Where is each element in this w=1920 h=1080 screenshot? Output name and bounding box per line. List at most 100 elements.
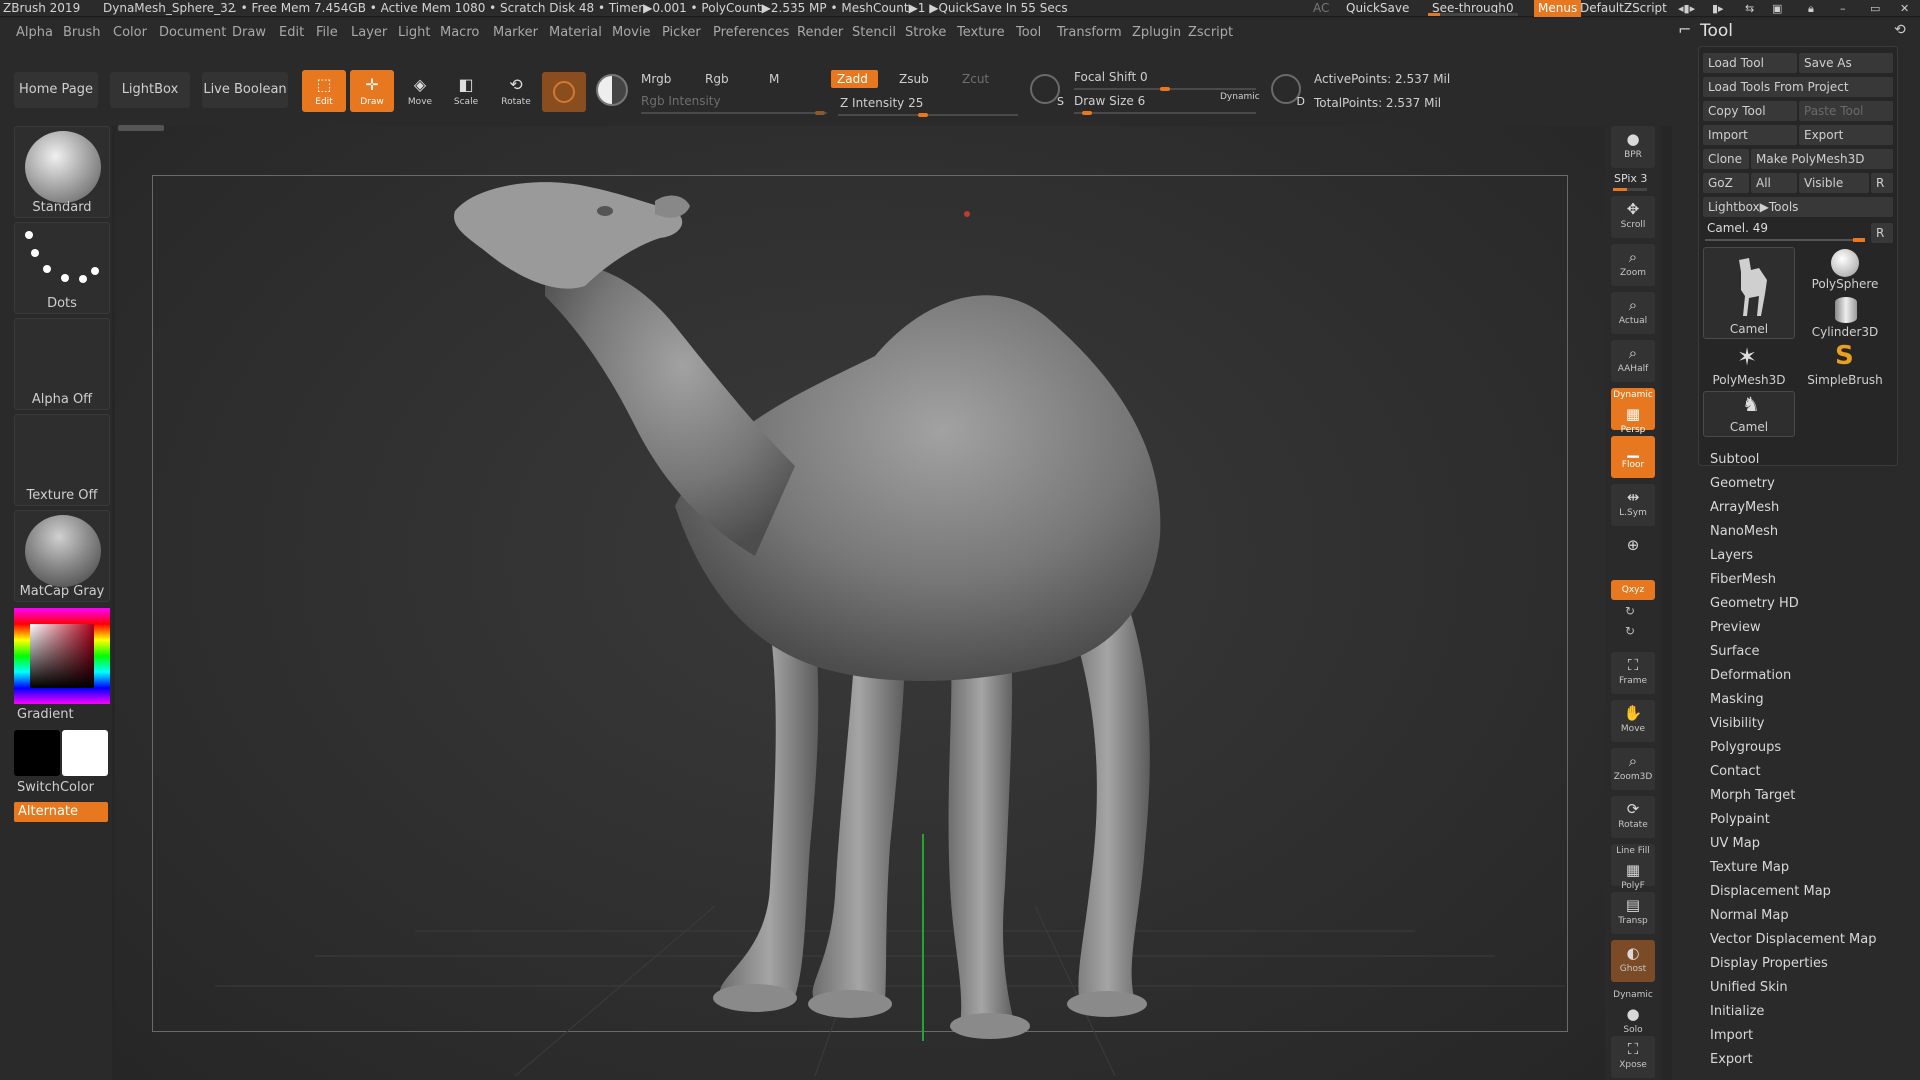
camel-model[interactable] bbox=[115, 126, 1609, 1080]
rgb-button[interactable]: Rgb bbox=[705, 72, 729, 86]
lock-icon[interactable]: 🔒︎ bbox=[1808, 2, 1814, 16]
lightbox-tools-button[interactable]: Lightbox▶Tools bbox=[1703, 197, 1893, 217]
rotate-z-icon[interactable]: ↻ bbox=[1625, 624, 1635, 638]
bpr-button[interactable]: ● BPR bbox=[1611, 126, 1655, 168]
draw-mode-button[interactable]: ✛ Draw bbox=[350, 70, 394, 112]
dynamic-toggle[interactable]: Dynamic bbox=[1220, 92, 1260, 102]
subpalette-fibermesh[interactable]: FiberMesh bbox=[1710, 572, 1776, 587]
tool-thumb-simplebrush[interactable]: S SimpleBrush bbox=[1799, 341, 1891, 389]
brush-pin-icon[interactable]: ⌐ bbox=[1678, 20, 1691, 39]
menu-preferences[interactable]: Preferences bbox=[713, 25, 789, 40]
make-polymesh3d-button[interactable]: Make PolyMesh3D bbox=[1751, 149, 1893, 169]
goz-r-button[interactable]: R bbox=[1871, 173, 1893, 193]
alpha-selector[interactable]: Alpha Off bbox=[14, 318, 110, 410]
brush-selector[interactable]: Standard bbox=[14, 126, 110, 218]
menu-movie[interactable]: Movie bbox=[612, 25, 650, 40]
load-tool-button[interactable]: Load Tool bbox=[1703, 53, 1797, 73]
menus-button[interactable]: Menus bbox=[1534, 0, 1582, 17]
paste-tool-button[interactable]: Paste Tool bbox=[1799, 101, 1893, 121]
subpalette-morph-target[interactable]: Morph Target bbox=[1710, 788, 1795, 803]
goz-button[interactable]: GoZ bbox=[1703, 173, 1749, 193]
rotate-mode-button[interactable]: ⟲ Rotate bbox=[494, 70, 538, 112]
save-as-button[interactable]: Save As bbox=[1799, 53, 1893, 73]
menu-macro[interactable]: Macro bbox=[440, 25, 479, 40]
import-button[interactable]: Import bbox=[1703, 125, 1797, 145]
frame-button[interactable]: ⛶ Frame bbox=[1611, 652, 1655, 694]
minimize-icon[interactable]: – bbox=[1840, 2, 1846, 15]
switchcolor-button[interactable]: SwitchColor bbox=[17, 780, 94, 795]
menu-draw[interactable]: Draw bbox=[232, 25, 266, 40]
menu-document[interactable]: Document bbox=[159, 25, 226, 40]
scroll-button[interactable]: ✥ Scroll bbox=[1611, 196, 1655, 238]
menu-zplugin[interactable]: Zplugin bbox=[1132, 25, 1181, 40]
lock-axis-button[interactable]: ⊕ bbox=[1611, 532, 1655, 574]
polyf-button[interactable]: Line Fill ▦ PolyF bbox=[1611, 844, 1655, 891]
texture-selector[interactable]: Texture Off bbox=[14, 414, 110, 506]
menu-picker[interactable]: Picker bbox=[662, 25, 701, 40]
live-boolean-button[interactable]: Live Boolean bbox=[202, 72, 288, 108]
focal-shift-knob[interactable] bbox=[1160, 87, 1170, 91]
stroke-selector[interactable]: Dots bbox=[14, 222, 110, 314]
goz-all-button[interactable]: All bbox=[1751, 173, 1797, 193]
xpose-button[interactable]: ⛶ Xpose bbox=[1611, 1036, 1655, 1078]
subpalette-unified-skin[interactable]: Unified Skin bbox=[1710, 980, 1788, 995]
subpalette-polygroups[interactable]: Polygroups bbox=[1710, 740, 1781, 755]
subpalette-display-properties[interactable]: Display Properties bbox=[1710, 956, 1828, 971]
layout2-icon[interactable]: ▮▸ bbox=[1712, 2, 1724, 15]
subpalette-polypaint[interactable]: Polypaint bbox=[1710, 812, 1770, 827]
z-intensity-slider[interactable] bbox=[838, 114, 1018, 116]
zoom3d-button[interactable]: ⌕ Zoom3D bbox=[1611, 748, 1655, 790]
rgb-intensity-slider[interactable] bbox=[641, 112, 827, 114]
subpalette-subtool[interactable]: Subtool bbox=[1710, 452, 1759, 467]
secondary-color-swatch[interactable] bbox=[62, 730, 108, 776]
floor-button[interactable]: ▁ Floor bbox=[1611, 436, 1655, 478]
subpalette-preview[interactable]: Preview bbox=[1710, 620, 1761, 635]
tool-thumb-polysphere[interactable]: PolySphere bbox=[1799, 247, 1891, 293]
export-button[interactable]: Export bbox=[1799, 125, 1893, 145]
menu-material[interactable]: Material bbox=[549, 25, 602, 40]
subpalette-import[interactable]: Import bbox=[1710, 1028, 1753, 1043]
menu-tool[interactable]: Tool bbox=[1016, 25, 1041, 40]
aahalf-button[interactable]: ⌕ AAHalf bbox=[1611, 340, 1655, 382]
ghost-button[interactable]: ◐ Ghost bbox=[1611, 940, 1655, 982]
scale-mode-button[interactable]: ◧ Scale bbox=[444, 70, 488, 112]
spix-slider[interactable] bbox=[1613, 188, 1647, 191]
transp-button[interactable]: ▤ Transp bbox=[1611, 892, 1655, 934]
palette-refresh-icon[interactable]: ⟲ bbox=[1894, 22, 1906, 38]
subpalette-contact[interactable]: Contact bbox=[1710, 764, 1761, 779]
menu-stencil[interactable]: Stencil bbox=[852, 25, 896, 40]
rotate-y-icon[interactable]: ↻ bbox=[1625, 604, 1635, 618]
goz-visible-button[interactable]: Visible bbox=[1799, 173, 1869, 193]
material-selector[interactable]: MatCap Gray bbox=[14, 510, 110, 602]
subpalette-displacement-map[interactable]: Displacement Map bbox=[1710, 884, 1831, 899]
subpalette-geometry-hd[interactable]: Geometry HD bbox=[1710, 596, 1799, 611]
layout-icon[interactable]: ◂▮▸ bbox=[1678, 2, 1695, 15]
tool-thumb-polymesh3d[interactable]: ✶ PolyMesh3D bbox=[1703, 343, 1795, 389]
tool-thumb-camel-2[interactable]: ♞ Camel bbox=[1703, 391, 1795, 437]
subpalette-deformation[interactable]: Deformation bbox=[1710, 668, 1791, 683]
subpalette-arraymesh[interactable]: ArrayMesh bbox=[1710, 500, 1779, 515]
solo-button[interactable]: Dynamic ● Solo bbox=[1611, 988, 1655, 1035]
close-icon[interactable]: ✕ bbox=[1900, 2, 1909, 15]
texture-sphere-icon[interactable] bbox=[596, 74, 628, 106]
menu-marker[interactable]: Marker bbox=[493, 25, 538, 40]
zsub-button[interactable]: Zsub bbox=[899, 72, 929, 86]
gradient-label[interactable]: Gradient bbox=[17, 707, 74, 722]
rotate-view-button[interactable]: ⟳ Rotate bbox=[1611, 796, 1655, 838]
menu-brush[interactable]: Brush bbox=[63, 25, 101, 40]
maximize-icon[interactable]: ▭ bbox=[1870, 2, 1880, 15]
subpalette-export[interactable]: Export bbox=[1710, 1052, 1753, 1067]
xyz-button[interactable]: Qxyz bbox=[1611, 580, 1655, 600]
current-tool-slider-knob[interactable] bbox=[1853, 238, 1865, 242]
menu-render[interactable]: Render bbox=[797, 25, 843, 40]
edit-mode-button[interactable]: ⬚ Edit bbox=[302, 70, 346, 112]
m-button[interactable]: M bbox=[769, 72, 779, 86]
alternate-button[interactable]: Alternate bbox=[14, 802, 108, 822]
rgb-intensity-knob[interactable] bbox=[815, 111, 825, 115]
menu-stroke[interactable]: Stroke bbox=[905, 25, 946, 40]
menu-zscript[interactable]: Zscript bbox=[1188, 25, 1233, 40]
default-zscript-button[interactable]: DefaultZScript bbox=[1580, 0, 1667, 17]
current-tool-r-button[interactable]: R bbox=[1871, 223, 1893, 243]
zadd-button[interactable]: Zadd bbox=[831, 70, 878, 88]
window-icon[interactable]: ▣ bbox=[1772, 2, 1782, 15]
